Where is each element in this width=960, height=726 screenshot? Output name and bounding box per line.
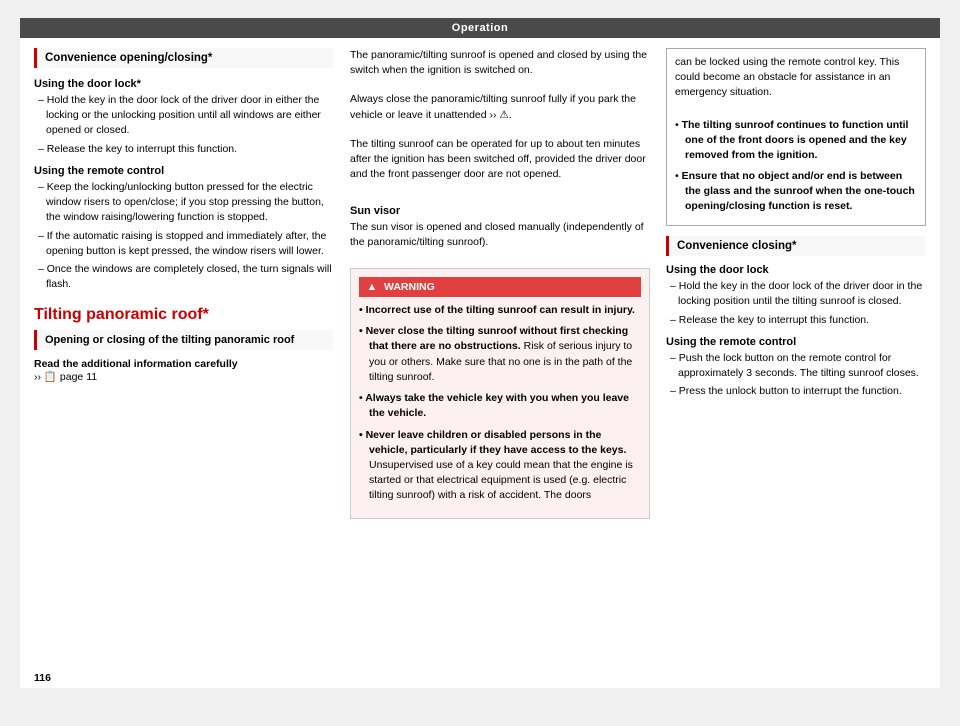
open-close-title: Opening or closing of the tilting panora… xyxy=(45,334,294,346)
page: Operation Convenience opening/closing* U… xyxy=(20,18,940,688)
panoramic-intro: The panoramic/tilting sunroof is opened … xyxy=(350,48,650,78)
closing-remote-item-1: Push the lock button on the remote contr… xyxy=(666,351,926,381)
warning-header: ▲ WARNING xyxy=(359,277,641,297)
remote-item-3: Once the windows are completely closed, … xyxy=(34,262,334,292)
open-close-box: Opening or closing of the tilting panora… xyxy=(34,330,334,350)
convenience-opening-box: Convenience opening/closing* xyxy=(34,48,334,68)
page-ref: ›› 📋 page 11 xyxy=(34,370,334,383)
closing-door-lock-heading: Using the door lock xyxy=(666,264,926,276)
operated-info: The tilting sunroof can be operated for … xyxy=(350,137,650,183)
info-item-1: The tilting sunroof continues to functio… xyxy=(675,118,917,164)
info-intro: can be locked using the remote control k… xyxy=(675,55,917,101)
door-lock-item-2: Release the key to interrupt this functi… xyxy=(34,142,334,157)
book-icon: 📋 xyxy=(44,371,57,383)
warning-item-3: Always take the vehicle key with you whe… xyxy=(359,391,641,421)
closing-remote-item-2: Press the unlock button to interrupt the… xyxy=(666,384,926,399)
warning-label: WARNING xyxy=(384,281,435,293)
warning-triangle-icon: ▲ xyxy=(365,280,379,294)
door-lock-item-1: Hold the key in the door lock of the dri… xyxy=(34,93,334,139)
right-column: can be locked using the remote control k… xyxy=(666,48,926,670)
remote-control-heading: Using the remote control xyxy=(34,165,334,177)
tilting-title: Tilting panoramic roof* xyxy=(34,306,334,324)
warning-box: ▲ WARNING Incorrect use of the tilting s… xyxy=(350,268,650,519)
warning-item-4: Never leave children or disabled persons… xyxy=(359,428,641,504)
warning-item-2: Never close the tilting sunroof without … xyxy=(359,324,641,385)
left-column: Convenience opening/closing* Using the d… xyxy=(34,48,334,670)
middle-column: The panoramic/tilting sunroof is opened … xyxy=(350,48,650,670)
door-lock-heading: Using the door lock* xyxy=(34,78,334,90)
header-bar: Operation xyxy=(20,18,940,38)
closing-remote-heading: Using the remote control xyxy=(666,336,926,348)
closing-door-item-2: Release the key to interrupt this functi… xyxy=(666,313,926,328)
closing-door-item-1: Hold the key in the door lock of the dri… xyxy=(666,279,926,309)
convenience-opening-title: Convenience opening/closing* xyxy=(45,52,212,64)
info-item-2: Ensure that no object and/or end is betw… xyxy=(675,169,917,215)
convenience-closing-title: Convenience closing* xyxy=(677,240,797,252)
header-title: Operation xyxy=(452,22,508,34)
page-number: 116 xyxy=(34,672,51,684)
read-info-label: Read the additional information carefull… xyxy=(34,358,334,370)
info-box: can be locked using the remote control k… xyxy=(666,48,926,226)
convenience-closing-box: Convenience closing* xyxy=(666,236,926,256)
content-area: Convenience opening/closing* Using the d… xyxy=(20,38,940,680)
always-close-text: Always close the panoramic/tilting sunro… xyxy=(350,92,650,122)
remote-item-2: If the automatic raising is stopped and … xyxy=(34,229,334,259)
remote-item-1: Keep the locking/unlocking button presse… xyxy=(34,180,334,226)
sun-visor-text: The sun visor is opened and closed manua… xyxy=(350,220,650,250)
warning-item-1: Incorrect use of the tilting sunroof can… xyxy=(359,303,641,318)
sun-visor-heading: Sun visor xyxy=(350,205,650,217)
